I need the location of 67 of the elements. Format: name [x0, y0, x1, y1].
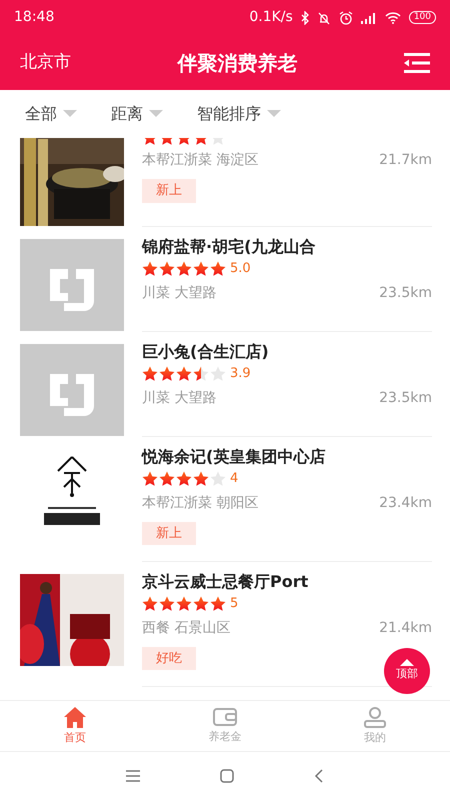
caret-icon: [267, 110, 281, 118]
star-icon: [142, 470, 158, 487]
home-icon: [63, 706, 87, 728]
wifi-icon: [384, 11, 401, 24]
star-icon: [159, 596, 175, 612]
cuisine-location: 川菜 大望路: [142, 284, 216, 302]
star-icon: [210, 470, 226, 487]
city-selector[interactable]: 北京市: [20, 50, 71, 76]
up-arrow-icon: [400, 659, 414, 666]
restaurant-name[interactable]: 悦海余记(英皇集团中心店: [142, 445, 432, 469]
distance: 23.4km: [379, 494, 432, 512]
star-icon: [176, 470, 192, 487]
tag-label: 新上: [142, 179, 196, 202]
mute-icon: [316, 10, 331, 24]
alarm-icon: [338, 10, 353, 24]
rating-value: 4: [230, 470, 238, 488]
menu-icon[interactable]: [126, 770, 140, 782]
tag-label: 新上: [142, 522, 196, 545]
star-icon: [193, 366, 209, 382]
star-icon: [142, 366, 158, 382]
bluetooth-icon: [300, 10, 309, 24]
rating-value: 3.9: [230, 365, 251, 383]
star-icon: [193, 260, 209, 277]
caret-icon: [149, 110, 163, 118]
star-icon: [142, 260, 158, 277]
rating-value: 5: [230, 595, 238, 613]
tag-label: 好吃: [142, 646, 196, 670]
cuisine-location: 本帮江浙菜 朝阳区: [142, 494, 258, 512]
star-icon: [142, 596, 158, 612]
cuisine-location: 川菜 大望路: [142, 388, 216, 408]
page-title: 伴聚消费养老: [178, 50, 298, 76]
restaurant-name[interactable]: 巨小兔(合生汇店): [142, 340, 432, 364]
distance: 21.7km: [379, 151, 432, 170]
filter-dropdown[interactable]: 智能排序: [197, 102, 281, 126]
restaurant-name[interactable]: 锦府盐帮·胡宅(九龙山合: [142, 235, 432, 259]
placeholder-logo-icon: [20, 239, 124, 331]
distance: 23.5km: [379, 284, 432, 302]
star-icon: [176, 596, 192, 612]
filter-dropdown[interactable]: 全部: [25, 102, 77, 126]
placeholder-logo-icon: [20, 344, 124, 436]
star-icon: [159, 470, 175, 487]
back-icon[interactable]: [314, 769, 324, 783]
home-button-icon[interactable]: [220, 769, 234, 783]
signal-icon: [360, 12, 377, 24]
cuisine-location: 西餐 石景山区: [142, 618, 230, 638]
star-icon: [176, 366, 192, 382]
star-icon: [193, 596, 209, 612]
rating-value: 5.0: [230, 260, 251, 278]
star-icon: [210, 596, 226, 612]
status-time: 18:48: [14, 8, 54, 27]
back-to-top-button[interactable]: 顶部: [384, 648, 430, 694]
network-speed: 0.1K/s: [249, 8, 293, 27]
star-icon: [159, 366, 175, 382]
star-icon: [193, 470, 209, 487]
restaurant-name[interactable]: 京斗云威士忌餐厅Port: [142, 570, 432, 594]
distance: 21.4km: [379, 618, 432, 638]
distance: 23.5km: [379, 388, 432, 408]
menu-icon[interactable]: [404, 52, 430, 74]
star-icon: [176, 260, 192, 277]
star-icon: [159, 260, 175, 277]
star-icon: [210, 260, 226, 277]
cuisine-location: 本帮江浙菜 海淀区: [142, 151, 258, 170]
wallet-icon: [213, 706, 237, 727]
caret-icon: [63, 110, 77, 118]
filter-dropdown[interactable]: 距离: [111, 102, 163, 126]
battery-indicator: 100: [408, 11, 436, 24]
user-icon: [363, 706, 387, 728]
